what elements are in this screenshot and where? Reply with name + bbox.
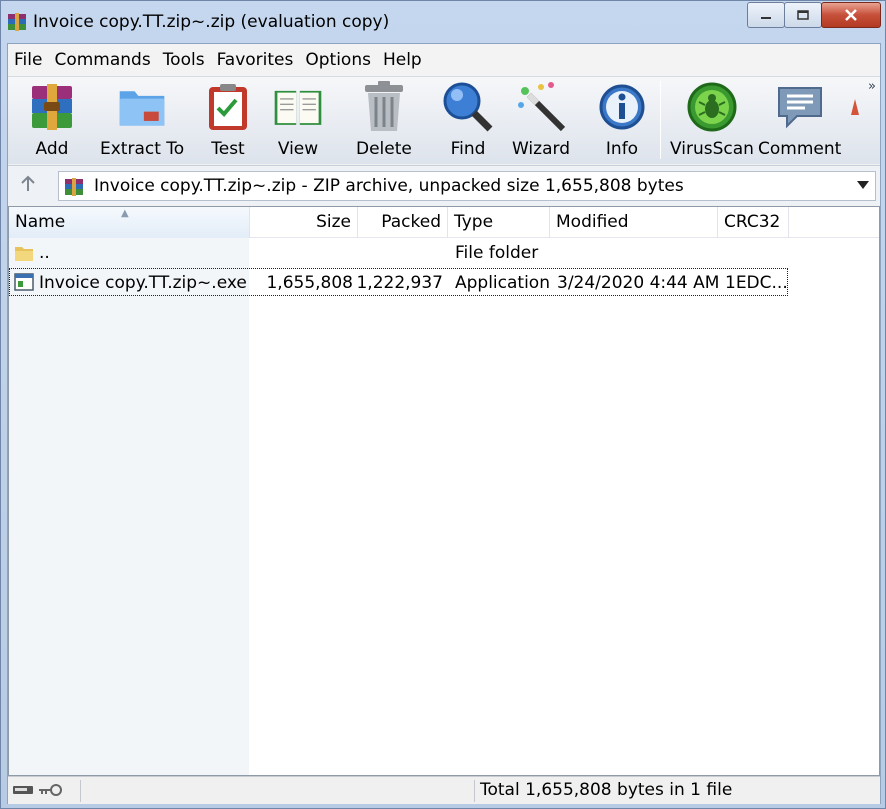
column-header-type[interactable]: Type <box>448 207 550 238</box>
wizard-wand-icon <box>517 82 566 132</box>
find-magnifier-icon <box>443 82 493 132</box>
test-clipboard-icon <box>209 84 247 130</box>
minimize-button[interactable] <box>747 2 785 28</box>
column-header-packed[interactable]: Packed <box>358 207 448 238</box>
column-modified-label: Modified <box>556 212 629 232</box>
find-button[interactable]: Find <box>442 81 494 161</box>
dropdown-arrow-icon <box>857 181 869 189</box>
up-one-level-button[interactable] <box>20 174 36 198</box>
maximize-button[interactable] <box>784 2 822 28</box>
test-button[interactable]: Test <box>202 81 254 161</box>
info-button[interactable]: Info <box>596 81 648 161</box>
sfx-partial-icon <box>851 99 859 115</box>
extract-to-button[interactable]: Extract To <box>100 81 184 161</box>
menu-bar: File Commands Tools Favorites Options He… <box>8 44 880 76</box>
menu-tools[interactable]: Tools <box>157 44 211 76</box>
wizard-button[interactable]: Wizard <box>512 81 570 161</box>
column-header-modified[interactable]: Modified <box>550 207 718 238</box>
folder-icon <box>15 247 33 261</box>
toolbar-separator <box>660 81 661 159</box>
status-divider <box>474 780 475 802</box>
info-icon <box>599 84 645 130</box>
row-crc32: 1EDC... <box>725 273 787 293</box>
menu-favorites[interactable]: Favorites <box>211 44 300 76</box>
wizard-label: Wizard <box>512 139 570 159</box>
title-bar[interactable]: Invoice copy.TT.zip~.zip (evaluation cop… <box>1 1 885 43</box>
address-field[interactable]: Invoice copy.TT.zip~.zip - ZIP archive, … <box>58 171 876 201</box>
virusscan-label: VirusScan <box>670 139 754 159</box>
virusscan-bug-icon <box>687 82 737 132</box>
column-name-label: Name <box>15 212 66 232</box>
comment-label: Comment <box>758 139 842 159</box>
client-area: File Commands Tools Favorites Options He… <box>7 43 881 804</box>
info-label: Info <box>605 139 639 159</box>
up-arrow-icon <box>21 175 35 191</box>
add-archive-icon <box>32 84 72 130</box>
row-type: File folder <box>455 243 539 263</box>
row-modified: 3/24/2020 4:44 AM <box>557 273 720 293</box>
row-size: 1,655,808 <box>266 273 353 293</box>
view-button[interactable]: View <box>272 81 324 161</box>
status-bar: Total 1,655,808 bytes in 1 file <box>8 776 880 804</box>
virusscan-button[interactable]: VirusScan <box>670 81 754 161</box>
trash-icon <box>364 81 403 131</box>
row-name: .. <box>39 243 50 263</box>
column-header-name[interactable]: ▲ Name <box>9 207 250 238</box>
menu-file[interactable]: File <box>8 44 48 76</box>
file-list-header: ▲ Name Size Packed Type Modified CRC32 <box>9 207 879 238</box>
executable-file-icon <box>14 273 34 291</box>
toolbar-overflow-chevron[interactable]: » <box>868 79 876 94</box>
comment-button[interactable]: Comment <box>758 81 841 161</box>
comment-bubble-icon <box>777 87 822 129</box>
app-window: Invoice copy.TT.zip~.zip (evaluation cop… <box>0 0 886 809</box>
add-button[interactable]: Add <box>26 81 78 161</box>
sort-ascending-icon: ▲ <box>121 208 129 219</box>
column-crc32-label: CRC32 <box>724 212 781 232</box>
delete-button[interactable]: Delete <box>356 81 412 161</box>
extract-folder-icon <box>119 91 165 126</box>
delete-label: Delete <box>356 139 412 159</box>
menu-commands[interactable]: Commands <box>48 44 156 76</box>
table-row-parent-folder[interactable]: .. File folder <box>9 239 789 267</box>
status-divider <box>80 780 81 802</box>
menu-help[interactable]: Help <box>377 44 428 76</box>
address-text: Invoice copy.TT.zip~.zip - ZIP archive, … <box>94 176 684 196</box>
toolbar: Add Extract To Test View Delete Find Wiz… <box>8 76 880 164</box>
status-text: Total 1,655,808 bytes in 1 file <box>480 780 733 800</box>
name-column-highlight <box>9 238 249 775</box>
drive-icon[interactable] <box>12 784 34 796</box>
add-label: Add <box>35 139 69 159</box>
close-button[interactable] <box>821 2 881 28</box>
row-type: Application <box>455 273 550 293</box>
close-icon <box>845 9 857 21</box>
column-size-label: Size <box>316 212 351 232</box>
winrar-app-icon <box>8 13 26 31</box>
find-label: Find <box>450 139 486 159</box>
column-header-size[interactable]: Size <box>250 207 358 238</box>
key-icon[interactable] <box>38 783 62 797</box>
column-packed-label: Packed <box>381 212 441 232</box>
address-dropdown-button[interactable] <box>857 178 869 192</box>
row-name: Invoice copy.TT.zip~.exe <box>39 273 247 293</box>
minimize-icon <box>761 17 771 19</box>
menu-options[interactable]: Options <box>299 44 377 76</box>
extract-to-label: Extract To <box>100 139 185 159</box>
row-packed: 1,222,937 <box>356 273 443 293</box>
file-list[interactable]: ▲ Name Size Packed Type Modified CRC32 .… <box>8 206 880 776</box>
column-header-crc32[interactable]: CRC32 <box>718 207 789 238</box>
maximize-icon <box>797 10 809 20</box>
address-bar: Invoice copy.TT.zip~.zip - ZIP archive, … <box>8 165 880 205</box>
window-title: Invoice copy.TT.zip~.zip (evaluation cop… <box>33 12 390 32</box>
table-row-file[interactable]: Invoice copy.TT.zip~.exe 1,655,808 1,222… <box>9 268 788 296</box>
view-book-icon <box>274 90 322 125</box>
archive-icon <box>65 178 83 196</box>
view-label: View <box>277 139 319 159</box>
column-type-label: Type <box>454 212 494 232</box>
test-label: Test <box>211 139 245 159</box>
